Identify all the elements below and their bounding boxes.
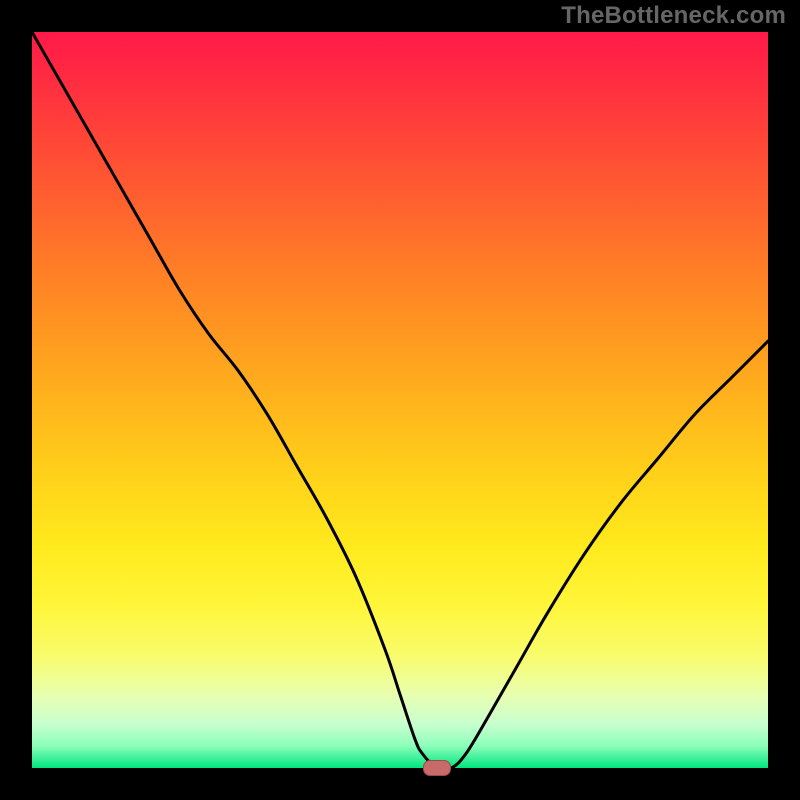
plot-area xyxy=(32,32,768,768)
bottleneck-curve xyxy=(32,32,768,768)
watermark-text: TheBottleneck.com xyxy=(561,2,786,30)
chart-frame: TheBottleneck.com xyxy=(0,0,800,800)
minimum-marker xyxy=(423,760,451,776)
